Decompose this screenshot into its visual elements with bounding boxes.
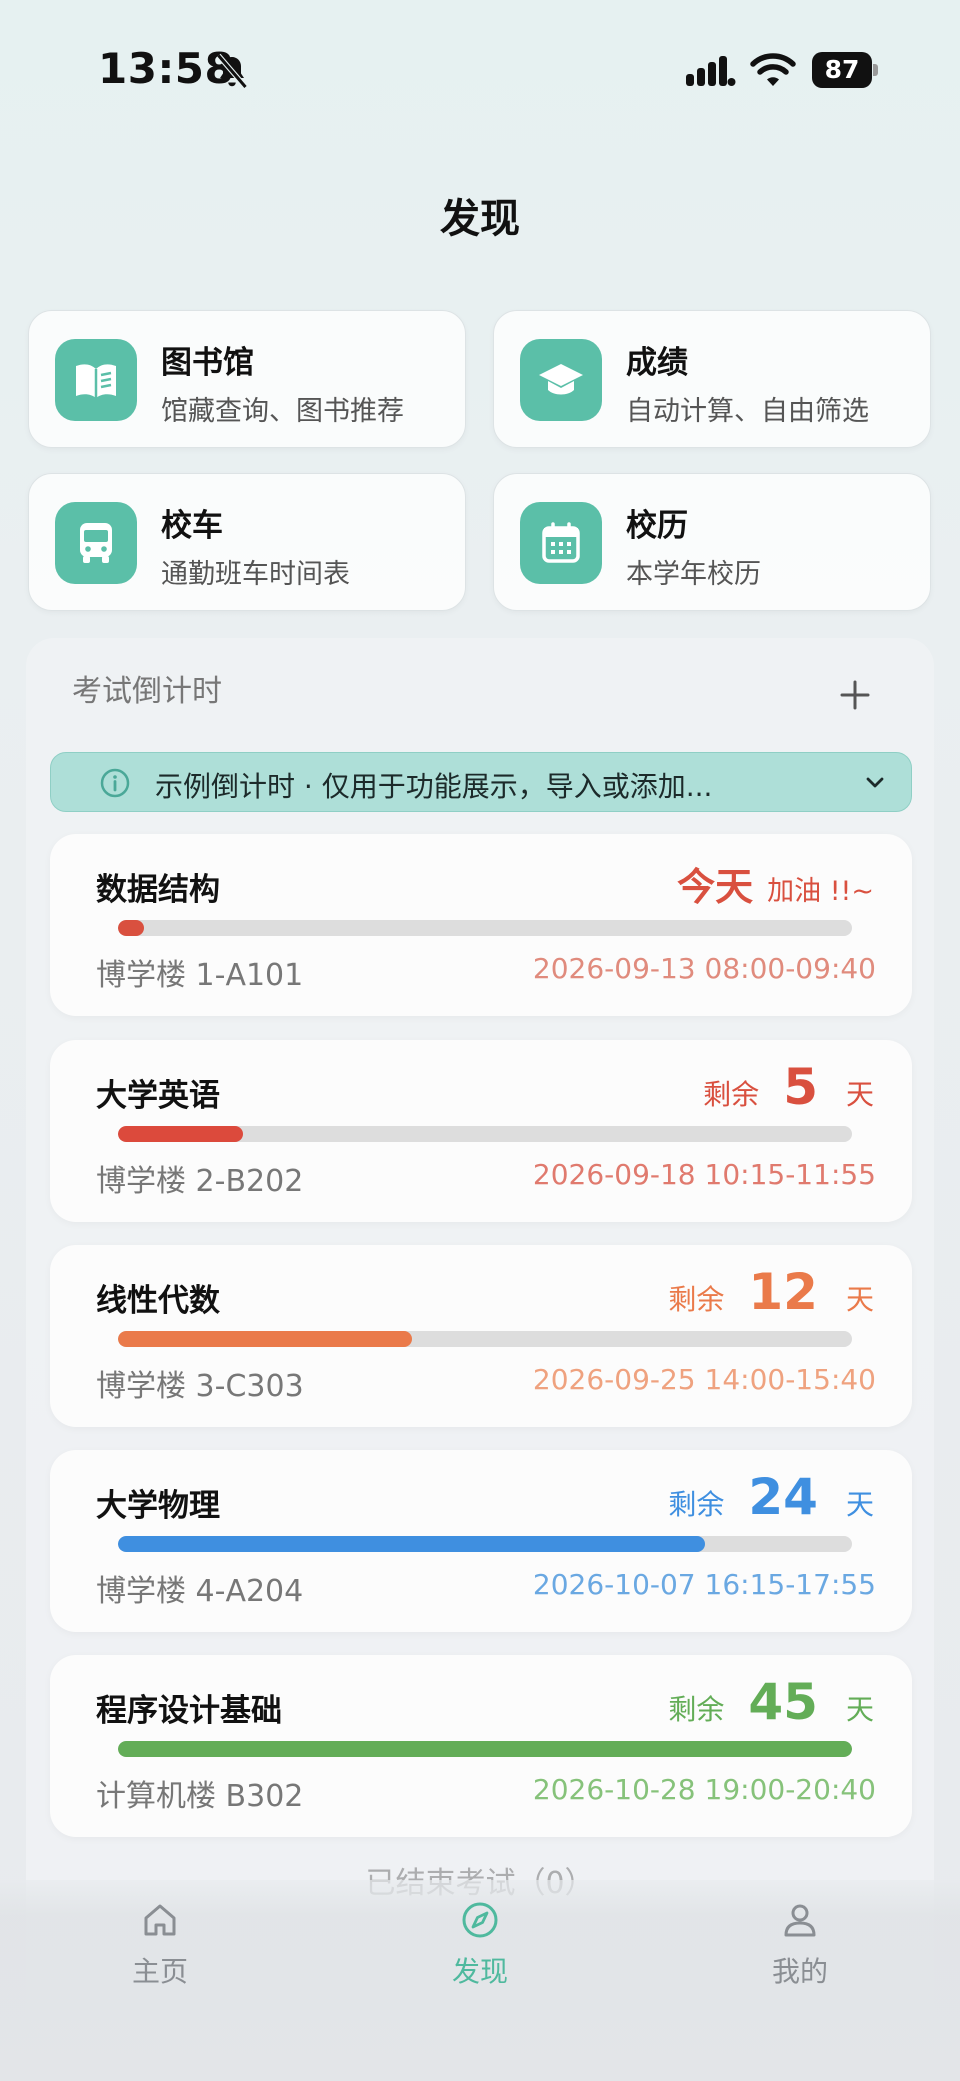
exam-days-unit: 天 xyxy=(845,1693,874,1726)
tab-label: 我的 xyxy=(771,1955,828,1988)
panel-title: 考试倒计时 xyxy=(72,674,222,709)
info-icon xyxy=(100,768,130,798)
notice-text: 示例倒计时 · 仅用于功能展示，导入或添加... xyxy=(155,770,713,803)
exam-time: 2026-10-28 19:00-20:40 xyxy=(532,1773,876,1806)
exam-progress-fill xyxy=(118,1536,706,1552)
calendar-icon xyxy=(542,522,580,563)
exam-today-label: 今天 xyxy=(677,865,754,909)
book-icon xyxy=(76,364,116,398)
battery-indicator: 87 xyxy=(812,52,878,88)
exam-name: 大学英语 xyxy=(96,1078,220,1114)
feature-card-library[interactable]: 图书馆 馆藏查询、图书推荐 xyxy=(28,310,466,448)
tab-discover[interactable]: 发现 xyxy=(400,1900,560,1990)
exam-name: 大学物理 xyxy=(96,1488,220,1524)
exam-progress-fill xyxy=(118,920,144,936)
exam-countdown: 今天 加油 !!~ xyxy=(677,856,874,911)
add-icon[interactable] xyxy=(838,678,872,712)
exam-days-number: 24 xyxy=(748,1468,818,1526)
feature-title: 校车 xyxy=(161,508,223,544)
exam-location: 博学楼 4-A204 xyxy=(96,1574,304,1609)
demo-notice-banner[interactable]: 示例倒计时 · 仅用于功能展示，导入或添加... xyxy=(50,752,912,812)
exam-progress-fill xyxy=(118,1331,412,1347)
tab-bar: 主页 发现 我的 xyxy=(0,1880,960,2081)
feature-card-bus[interactable]: 校车 通勤班车时间表 xyxy=(28,473,466,611)
exam-countdown: 剩余 45 天 xyxy=(668,1673,874,1731)
exam-time: 2026-10-07 16:15-17:55 xyxy=(532,1568,876,1601)
feature-title: 图书馆 xyxy=(161,345,254,381)
exam-location: 博学楼 2-B202 xyxy=(96,1164,304,1199)
feature-card-grades[interactable]: 成绩 自动计算、自由筛选 xyxy=(493,310,931,448)
exam-remaining-label: 剩余 xyxy=(668,1283,725,1316)
home-icon xyxy=(144,1904,176,1936)
exam-remaining-label: 剩余 xyxy=(703,1078,760,1111)
exam-time: 2026-09-13 08:00-09:40 xyxy=(532,952,876,985)
exam-progress-fill xyxy=(118,1126,243,1142)
exam-name: 线性代数 xyxy=(96,1283,220,1319)
tab-label: 主页 xyxy=(131,1955,188,1988)
tab-profile[interactable]: 我的 xyxy=(720,1900,880,1990)
page-title: 发现 xyxy=(440,196,520,242)
exam-time: 2026-09-18 10:15-11:55 xyxy=(532,1158,876,1191)
bell-slash-icon xyxy=(216,53,248,89)
exam-remaining-label: 剩余 xyxy=(668,1693,725,1726)
exam-card[interactable]: 大学英语 剩余 5 天 博学楼 2-B202 2026-09-18 10:15-… xyxy=(50,1040,912,1222)
exam-location: 博学楼 1-A101 xyxy=(96,958,304,993)
exam-days-number: 5 xyxy=(783,1058,818,1116)
status-bar: 13:58 87 xyxy=(0,0,960,140)
exam-days-unit: 天 xyxy=(845,1078,874,1111)
graduation-cap-icon xyxy=(539,364,583,395)
feature-subtitle: 本学年校历 xyxy=(626,559,761,590)
exam-time: 2026-09-25 14:00-15:40 xyxy=(532,1363,876,1396)
tab-home[interactable]: 主页 xyxy=(80,1900,240,1990)
exam-countdown: 剩余 12 天 xyxy=(668,1263,874,1321)
exam-days-number: 12 xyxy=(748,1263,818,1321)
exam-progress-track xyxy=(118,1331,852,1347)
exam-countdown-panel: 考试倒计时 示例倒计时 · 仅用于功能展示，导入或添加... 数据结构 今天 加… xyxy=(26,638,934,2038)
feature-card-calendar[interactable]: 校历 本学年校历 xyxy=(493,473,931,611)
exam-card[interactable]: 程序设计基础 剩余 45 天 计算机楼 B302 2026-10-28 19:0… xyxy=(50,1655,912,1837)
chevron-down-icon[interactable] xyxy=(863,771,887,795)
exam-days-unit: 天 xyxy=(845,1488,874,1521)
battery-level: 87 xyxy=(812,52,872,88)
feature-subtitle: 馆藏查询、图书推荐 xyxy=(161,396,404,427)
exam-countdown: 剩余 24 天 xyxy=(668,1468,874,1526)
exam-days-number: 45 xyxy=(748,1673,818,1731)
exam-progress-track xyxy=(118,1741,852,1757)
feature-title: 成绩 xyxy=(626,345,688,381)
exam-card[interactable]: 数据结构 今天 加油 !!~ 博学楼 1-A101 2026-09-13 08:… xyxy=(50,834,912,1016)
exam-card[interactable]: 线性代数 剩余 12 天 博学楼 3-C303 2026-09-25 14:00… xyxy=(50,1245,912,1427)
exam-name: 数据结构 xyxy=(96,872,220,908)
signal-icon xyxy=(686,56,736,86)
feature-title: 校历 xyxy=(626,508,688,544)
feature-subtitle: 通勤班车时间表 xyxy=(161,559,350,590)
tab-label: 发现 xyxy=(451,1955,508,1988)
exam-location: 博学楼 3-C303 xyxy=(96,1369,304,1404)
exam-progress-track xyxy=(118,920,852,936)
exam-progress-track xyxy=(118,1536,852,1552)
exam-card[interactable]: 大学物理 剩余 24 天 博学楼 4-A204 2026-10-07 16:15… xyxy=(50,1450,912,1632)
exam-name: 程序设计基础 xyxy=(96,1693,282,1729)
wifi-icon xyxy=(750,53,796,86)
exam-countdown: 剩余 5 天 xyxy=(703,1058,874,1116)
bus-icon xyxy=(80,523,112,563)
exam-cheer-text: 加油 !!~ xyxy=(767,876,874,907)
exam-progress-track xyxy=(118,1126,852,1142)
feature-subtitle: 自动计算、自由筛选 xyxy=(626,396,869,427)
exam-remaining-label: 剩余 xyxy=(668,1488,725,1521)
user-icon xyxy=(784,1904,816,1937)
compass-icon xyxy=(462,1902,498,1938)
exam-days-unit: 天 xyxy=(845,1283,874,1316)
exam-location: 计算机楼 B302 xyxy=(96,1779,304,1814)
exam-progress-fill xyxy=(118,1741,852,1757)
